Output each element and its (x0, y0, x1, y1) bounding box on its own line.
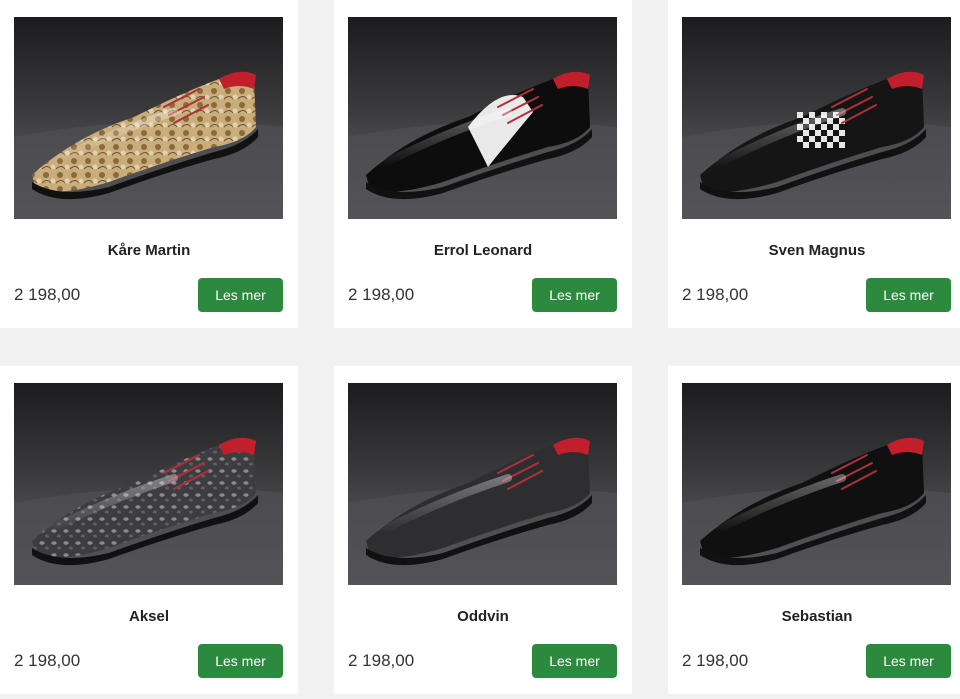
product-image[interactable] (348, 383, 617, 585)
product-price: 2 198,00 (348, 285, 415, 304)
product-grid: Kåre Martin 2 198,00 Les mer Errol Leona… (0, 0, 960, 699)
product-price: 2 198,00 (682, 285, 749, 304)
product-name[interactable]: Sebastian (668, 608, 960, 625)
read-more-button[interactable]: Les mer (198, 644, 283, 678)
product-price: 2 198,00 (682, 651, 749, 670)
product-card: Aksel 2 198,00 Les mer (0, 366, 298, 694)
shoe-photo (348, 383, 617, 585)
product-card: Oddvin 2 198,00 Les mer (334, 366, 632, 694)
product-name[interactable]: Oddvin (334, 608, 632, 625)
product-image[interactable] (348, 17, 617, 219)
product-card: Sebastian 2 198,00 Les mer (668, 366, 960, 694)
shoe-photo (682, 383, 951, 585)
read-more-button[interactable]: Les mer (866, 644, 951, 678)
read-more-button[interactable]: Les mer (198, 278, 283, 312)
product-name[interactable]: Aksel (0, 608, 298, 625)
product-card: Errol Leonard 2 198,00 Les mer (334, 0, 632, 328)
product-image[interactable] (14, 17, 283, 219)
product-card: Kåre Martin 2 198,00 Les mer (0, 0, 298, 328)
product-name[interactable]: Sven Magnus (668, 242, 960, 259)
shoe-photo (682, 17, 951, 219)
shoe-photo (14, 17, 283, 219)
read-more-button[interactable]: Les mer (532, 644, 617, 678)
product-price: 2 198,00 (14, 285, 81, 304)
product-price: 2 198,00 (14, 651, 81, 670)
shoe-photo (348, 17, 617, 219)
product-card: Sven Magnus 2 198,00 Les mer (668, 0, 960, 328)
product-name[interactable]: Kåre Martin (0, 242, 298, 259)
product-image[interactable] (682, 17, 951, 219)
product-price: 2 198,00 (348, 651, 415, 670)
product-name[interactable]: Errol Leonard (334, 242, 632, 259)
product-image[interactable] (682, 383, 951, 585)
shoe-photo (14, 383, 283, 585)
product-image[interactable] (14, 383, 283, 585)
read-more-button[interactable]: Les mer (866, 278, 951, 312)
read-more-button[interactable]: Les mer (532, 278, 617, 312)
